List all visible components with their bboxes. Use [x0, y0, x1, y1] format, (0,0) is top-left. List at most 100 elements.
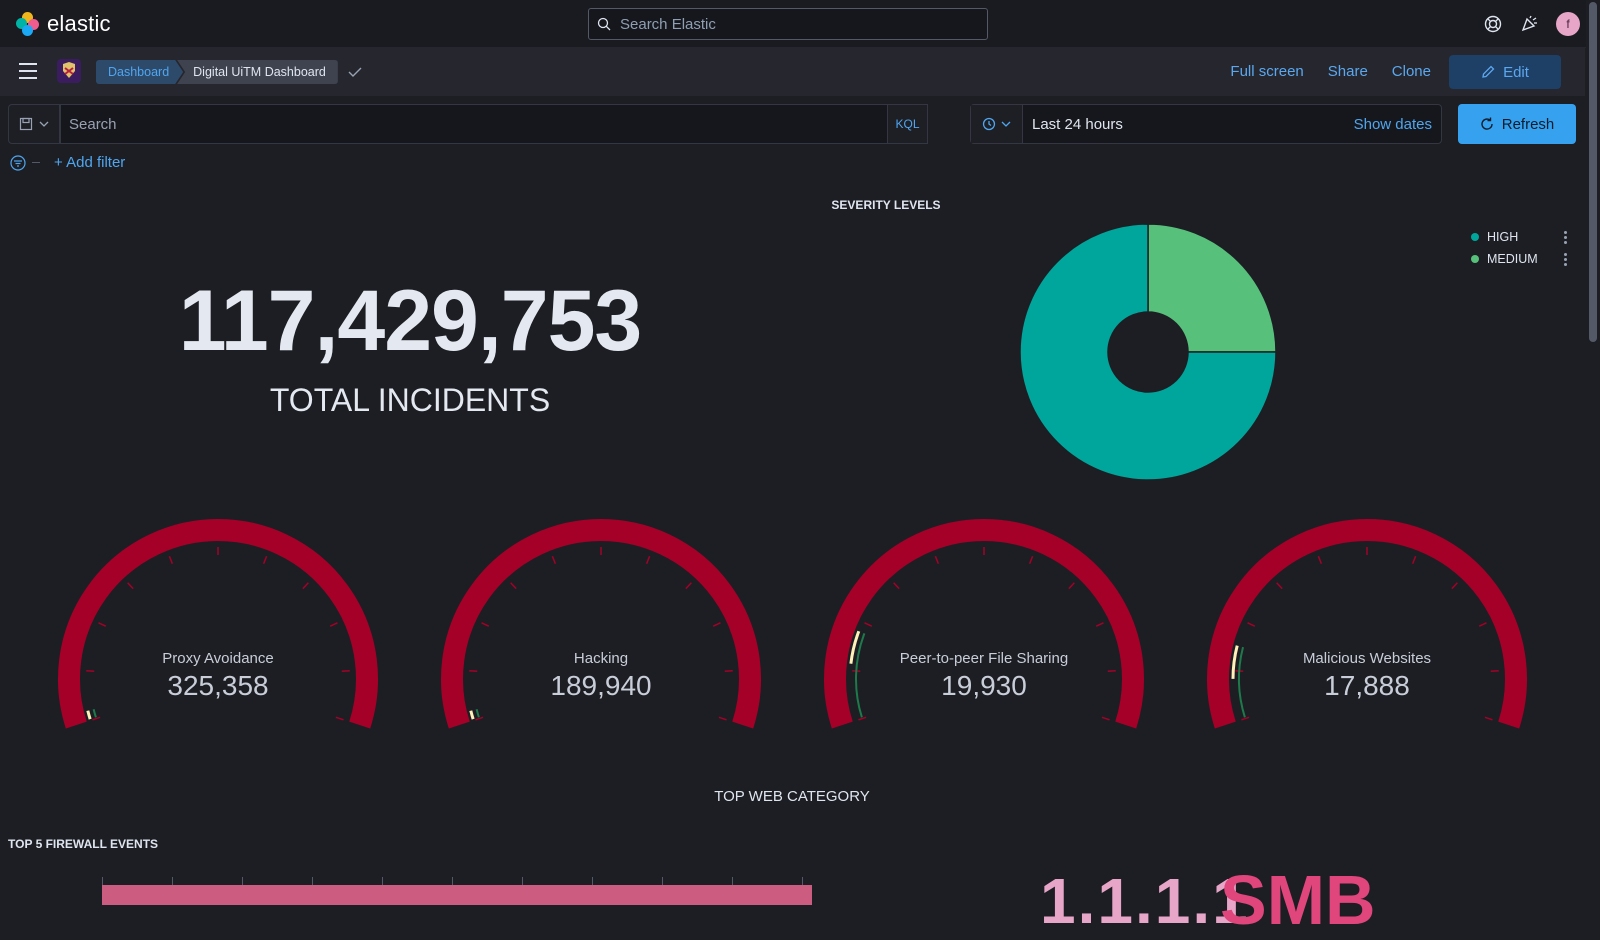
clone-button[interactable]: Clone	[1380, 55, 1443, 89]
gauge-tick	[712, 622, 721, 627]
gauge-tick	[551, 555, 557, 564]
severity-legend: HIGH MEDIUM	[1471, 226, 1567, 270]
firewall-bar[interactable]	[102, 885, 812, 905]
gauge-tick	[98, 622, 107, 627]
save-icon	[19, 117, 33, 131]
gauge-tick	[893, 582, 900, 590]
refresh-icon	[1481, 117, 1493, 130]
pie-slice-medium[interactable]	[1147, 223, 1277, 353]
legend-item-high[interactable]: HIGH	[1471, 226, 1567, 248]
space-avatar-icon[interactable]	[57, 59, 81, 83]
quick-time-menu[interactable]	[971, 105, 1023, 143]
legend-menu-icon[interactable]	[1564, 252, 1567, 266]
gauge-hacking[interactable]: Hacking 189,940	[421, 504, 781, 744]
gauge-proxy-avoidance[interactable]: Proxy Avoidance 325,358	[38, 504, 398, 744]
menu-toggle-icon[interactable]	[19, 63, 37, 79]
edit-button[interactable]: Edit	[1449, 55, 1561, 89]
severity-donut-chart[interactable]	[1018, 222, 1278, 482]
gauge-tick	[1484, 716, 1493, 721]
edit-button-label: Edit	[1503, 63, 1529, 81]
gauge-tick	[858, 716, 867, 721]
total-incidents-label: TOTAL INCIDENTS	[269, 382, 551, 418]
time-range-label[interactable]: Last 24 hours	[1023, 116, 1354, 133]
checkmark-icon[interactable]	[348, 67, 362, 77]
gauge-tick	[934, 555, 940, 564]
filter-bar: + Add filter	[10, 154, 125, 171]
gauge-label: Peer-to-peer File Sharing	[899, 650, 1069, 667]
gauge-tick	[302, 582, 309, 590]
gauge-tick	[718, 716, 727, 721]
legend-dot-high	[1471, 233, 1479, 241]
severity-title: SEVERITY LEVELS	[831, 198, 941, 212]
gauge-tick	[329, 622, 338, 627]
chevron-down-icon	[39, 121, 49, 127]
gauge-level-arc	[92, 709, 97, 718]
gauge-label: Hacking	[573, 650, 629, 667]
gauge-tick	[645, 555, 651, 564]
gauge-value: 189,940	[550, 670, 652, 701]
word-cloud-term[interactable]: SMB	[1220, 860, 1376, 940]
elastic-logo[interactable]: elastic	[16, 11, 111, 37]
scrollbar-thumb[interactable]	[1589, 2, 1597, 342]
gauge-tick	[1411, 555, 1417, 564]
gauge-tick	[1247, 622, 1256, 627]
query-input[interactable]	[61, 115, 887, 133]
gauge-level-marker	[469, 710, 475, 720]
share-button[interactable]: Share	[1316, 55, 1380, 89]
gauge-tick	[1068, 582, 1075, 590]
search-icon	[597, 17, 611, 31]
gauge-tick	[510, 582, 517, 590]
gauge-tick	[481, 622, 490, 627]
pencil-icon	[1482, 65, 1495, 78]
word-cloud-term[interactable]: 1.1.1.1	[1040, 864, 1250, 938]
gauge-tick	[1028, 555, 1034, 564]
gauge-tick	[1241, 716, 1250, 721]
help-icon[interactable]	[1484, 15, 1502, 33]
refresh-button[interactable]: Refresh	[1458, 104, 1576, 144]
show-dates-button[interactable]: Show dates	[1354, 116, 1441, 133]
firewall-axis-ticks	[102, 877, 803, 885]
gauge-value: 325,358	[167, 670, 269, 701]
global-search[interactable]	[588, 8, 988, 40]
news-feed-icon[interactable]	[1520, 15, 1538, 33]
page-scrollbar[interactable]	[1586, 0, 1600, 900]
gauge-tick	[1478, 622, 1487, 627]
legend-menu-icon[interactable]	[1564, 230, 1567, 244]
gauge-level-arc	[475, 709, 480, 718]
gauge-tick	[127, 582, 134, 590]
fullscreen-button[interactable]: Full screen	[1218, 55, 1315, 89]
time-picker[interactable]: Last 24 hours Show dates	[970, 104, 1442, 144]
breadcrumb-current: Digital UiTM Dashboard	[177, 60, 338, 84]
legend-label-medium: MEDIUM	[1487, 252, 1538, 266]
gauge-label: Malicious Websites	[1302, 650, 1432, 667]
filter-divider	[32, 162, 40, 163]
gauge-tick	[1095, 622, 1104, 627]
gauge-value: 19,930	[941, 670, 1027, 701]
top-firewall-events-title: TOP 5 FIREWALL EVENTS	[8, 837, 159, 851]
breadcrumb: Dashboard Digital UiTM Dashboard	[96, 60, 362, 84]
gauge-p2p-file-sharing[interactable]: Peer-to-peer File Sharing 19,930	[804, 504, 1164, 744]
gauge-tick	[1101, 716, 1110, 721]
breadcrumb-dashboard[interactable]: Dashboard	[96, 60, 183, 84]
gauge-tick	[685, 582, 692, 590]
legend-item-medium[interactable]: MEDIUM	[1471, 248, 1567, 270]
gauge-tick	[864, 622, 873, 627]
global-search-input[interactable]	[620, 15, 960, 33]
gauge-tick	[168, 555, 174, 564]
legend-label-high: HIGH	[1487, 230, 1519, 244]
gauge-tick	[92, 716, 101, 721]
user-avatar[interactable]: f	[1556, 12, 1580, 36]
top-header: elastic f	[0, 0, 1600, 48]
gauge-label: Proxy Avoidance	[162, 650, 274, 667]
filter-icon[interactable]	[10, 154, 26, 171]
total-incidents-value: 117,429,753	[178, 273, 643, 369]
saved-query-button[interactable]	[8, 104, 60, 144]
breadcrumb-bar: Dashboard Digital UiTM Dashboard Full sc…	[0, 48, 1585, 96]
top-web-category-title: TOP WEB CATEGORY	[714, 788, 870, 805]
gauge-malicious-websites[interactable]: Malicious Websites 17,888	[1187, 504, 1547, 744]
add-filter-button[interactable]: + Add filter	[54, 154, 125, 171]
dashboard-panels: 117,429,753 TOTAL INCIDENTS SEVERITY LEV…	[0, 192, 1585, 939]
query-search[interactable]: KQL	[60, 104, 928, 144]
kql-toggle[interactable]: KQL	[887, 105, 927, 143]
refresh-label: Refresh	[1501, 115, 1555, 133]
